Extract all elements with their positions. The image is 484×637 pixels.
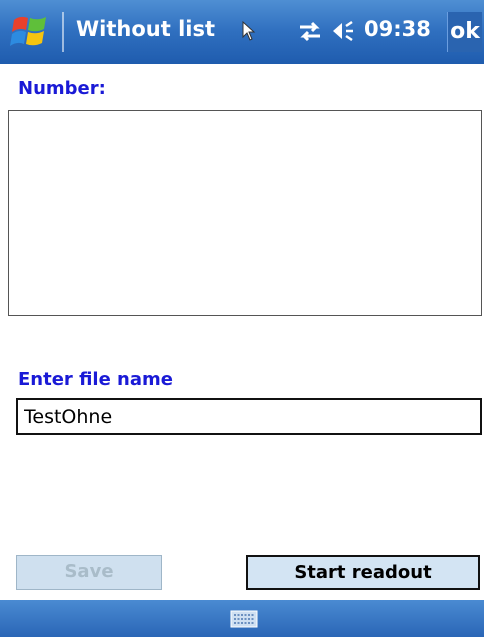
sync-icon[interactable] [296,18,324,44]
bottom-menu-bar [0,600,484,637]
title-separator [62,12,64,52]
number-display[interactable] [8,110,482,316]
volume-icon[interactable] [330,18,360,44]
clock[interactable]: 09:38 [364,17,431,41]
keyboard-icon[interactable] [230,610,258,628]
windows-start-icon[interactable] [8,12,54,52]
number-label: Number: [18,78,106,99]
app-title: Without list [76,17,216,41]
save-button[interactable]: Save [16,555,162,590]
start-readout-button[interactable]: Start readout [246,555,480,590]
title-bar: Without list 09:38 ok [0,0,484,64]
file-name-input[interactable] [16,398,482,435]
ok-button[interactable]: ok [447,12,482,52]
file-name-label: Enter file name [18,369,173,390]
cursor-icon [240,20,258,42]
